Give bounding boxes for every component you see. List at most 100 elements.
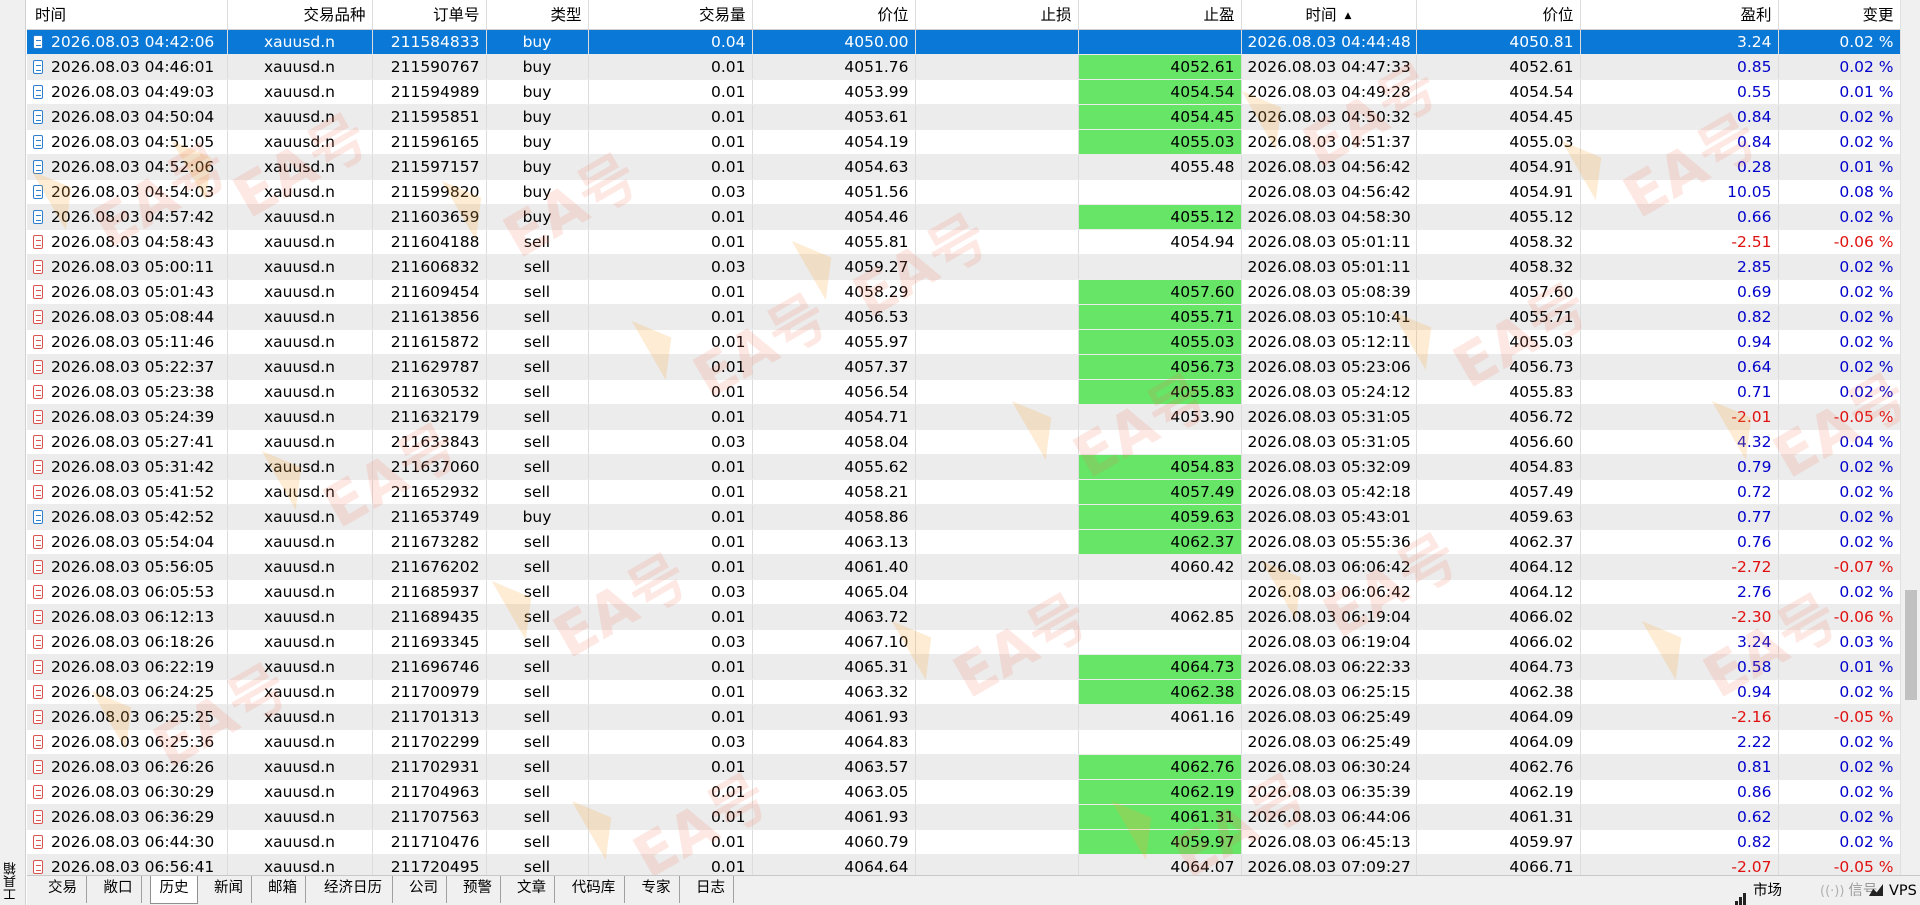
table-row[interactable]: 2026.08.03 06:56:41 xauusd.n 211720495 sell… <box>27 854 1900 875</box>
scrollbar-thumb[interactable] <box>1905 590 1917 700</box>
cell-symbol: xauusd.n <box>227 154 373 180</box>
cell-open-price: 4056.54 <box>752 379 916 405</box>
cell-close-price: 4059.63 <box>1416 504 1581 530</box>
cell-close-time: 2026.08.03 05:10:41 <box>1241 304 1417 330</box>
table-row[interactable]: 2026.08.03 06:26:26 xauusd.n 211702931 sell… <box>27 754 1900 780</box>
table-row[interactable]: 2026.08.03 05:27:41 xauusd.n 211633843 sell… <box>27 429 1900 455</box>
cell-volume: 0.03 <box>588 729 753 755</box>
cell-close-time: 2026.08.03 06:06:42 <box>1241 554 1417 580</box>
column-header-8[interactable]: 时间 ▲ <box>1241 0 1417 30</box>
cell-profit: 10.05 <box>1580 179 1779 205</box>
cell-volume: 0.01 <box>588 104 753 130</box>
column-header-9[interactable]: 价位 <box>1416 0 1581 30</box>
column-header-3[interactable]: 类型 <box>486 0 589 30</box>
tab-1[interactable]: 敞口 <box>95 876 142 903</box>
cell-change: 0.02 % <box>1778 354 1900 380</box>
table-row[interactable]: 2026.08.03 06:30:29 xauusd.n 211704963 sell… <box>27 779 1900 805</box>
toolbox-label: 工具箱 <box>4 862 19 901</box>
vertical-scrollbar[interactable] <box>1900 0 1920 875</box>
tab-3[interactable]: 新闻 <box>206 876 252 903</box>
cell-order: 211689435 <box>372 604 487 630</box>
tab-6[interactable]: 公司 <box>401 876 447 903</box>
table-row[interactable]: 2026.08.03 06:18:26 xauusd.n 211693345 sell… <box>27 629 1900 655</box>
table-row[interactable]: 2026.08.03 04:52:06 xauusd.n 211597157 buy 0… <box>27 154 1900 180</box>
cell-close-time: 2026.08.03 05:12:11 <box>1241 329 1417 355</box>
tab-4[interactable]: 邮箱 <box>260 876 306 903</box>
column-header-10[interactable]: 盈利 <box>1580 0 1779 30</box>
cell-open-time: 2026.08.03 06:22:19 <box>27 654 228 680</box>
cell-volume: 0.01 <box>588 404 753 430</box>
cell-profit: 0.71 <box>1580 379 1779 405</box>
table-row[interactable]: 2026.08.03 06:05:53 xauusd.n 211685937 sell… <box>27 579 1900 605</box>
column-header-7[interactable]: 止盈 <box>1078 0 1242 30</box>
tab-11[interactable]: 日志 <box>688 876 734 903</box>
table-row[interactable]: 2026.08.03 06:22:19 xauusd.n 211696746 sell… <box>27 654 1900 680</box>
column-header-1[interactable]: 交易品种 <box>227 0 373 30</box>
cell-order: 211629787 <box>372 354 487 380</box>
cell-profit: 0.82 <box>1580 829 1779 855</box>
column-header-6[interactable]: 止损 <box>915 0 1079 30</box>
column-header-5[interactable]: 价位 <box>752 0 916 30</box>
table-row[interactable]: 2026.08.03 06:25:36 xauusd.n 211702299 sell… <box>27 729 1900 755</box>
cell-sl <box>915 604 1079 630</box>
cell-symbol: xauusd.n <box>227 729 373 755</box>
table-row[interactable]: 2026.08.03 05:01:43 xauusd.n 211609454 sell… <box>27 279 1900 305</box>
cell-order: 211596165 <box>372 129 487 155</box>
table-row[interactable]: 2026.08.03 06:12:13 xauusd.n 211689435 sell… <box>27 604 1900 630</box>
tab-7[interactable]: 预警 <box>455 876 501 903</box>
cell-order: 211720495 <box>372 854 487 875</box>
cell-close-time: 2026.08.03 05:32:09 <box>1241 454 1417 480</box>
table-row[interactable]: 2026.08.03 05:23:38 xauusd.n 211630532 sell… <box>27 379 1900 405</box>
table-row[interactable]: 2026.08.03 05:00:11 xauusd.n 211606832 sell… <box>27 254 1900 280</box>
cell-symbol: xauusd.n <box>227 329 373 355</box>
table-row[interactable]: 2026.08.03 05:31:42 xauusd.n 211637060 sell… <box>27 454 1900 480</box>
cell-change: 0.02 % <box>1778 729 1900 755</box>
column-header-4[interactable]: 交易量 <box>588 0 753 30</box>
table-row[interactable]: 2026.08.03 04:58:43 xauusd.n 211604188 sell… <box>27 229 1900 255</box>
history-table: 时间 交易品种 订单号 类型 交易量 价位 止损 止盈 时间 ▲ 价位 盈利 变更 2026.08.03… <box>27 0 1900 875</box>
table-row[interactable]: 2026.08.03 05:42:52 xauusd.n 211653749 buy 0… <box>27 504 1900 530</box>
table-row[interactable]: 2026.08.03 04:42:06 xauusd.n 211584833 buy 0… <box>27 29 1900 55</box>
table-row[interactable]: 2026.08.03 06:24:25 xauusd.n 211700979 sell… <box>27 679 1900 705</box>
cell-close-price: 4055.12 <box>1416 204 1581 230</box>
market-status[interactable]: 市场 <box>1735 876 1782 905</box>
table-row[interactable]: 2026.08.03 06:36:29 xauusd.n 211707563 sell… <box>27 804 1900 830</box>
tab-8[interactable]: 文章 <box>509 876 555 903</box>
tab-9[interactable]: 代码库 <box>563 876 625 903</box>
table-row[interactable]: 2026.08.03 05:24:39 xauusd.n 211632179 sell… <box>27 404 1900 430</box>
table-row[interactable]: 2026.08.03 04:57:42 xauusd.n 211603659 buy 0… <box>27 204 1900 230</box>
cell-profit: -2.30 <box>1580 604 1779 630</box>
tab-2[interactable]: 历史 <box>150 876 198 904</box>
cell-open-price: 4050.00 <box>752 29 916 55</box>
table-row[interactable]: 2026.08.03 04:50:04 xauusd.n 211595851 buy 0… <box>27 104 1900 130</box>
column-header-0[interactable]: 时间 <box>27 0 228 30</box>
table-row[interactable]: 2026.08.03 05:41:52 xauusd.n 211652932 sell… <box>27 479 1900 505</box>
tab-0[interactable]: 交易 <box>39 876 87 903</box>
cell-close-price: 4052.61 <box>1416 54 1581 80</box>
table-row[interactable]: 2026.08.03 04:51:05 xauusd.n 211596165 buy 0… <box>27 129 1900 155</box>
table-row[interactable]: 2026.08.03 06:25:25 xauusd.n 211701313 sell… <box>27 704 1900 730</box>
cell-close-time: 2026.08.03 04:56:42 <box>1241 179 1417 205</box>
cell-open-time: 2026.08.03 05:27:41 <box>27 429 228 455</box>
table-row[interactable]: 2026.08.03 05:56:05 xauusd.n 211676202 sell… <box>27 554 1900 580</box>
column-header-11[interactable]: 变更 <box>1778 0 1900 30</box>
cell-change: 0.02 % <box>1778 54 1900 80</box>
column-header-2[interactable]: 订单号 <box>372 0 487 30</box>
vps-status[interactable]: VPS <box>1869 876 1917 905</box>
cell-type: buy <box>486 29 589 55</box>
table-row[interactable]: 2026.08.03 05:22:37 xauusd.n 211629787 sell… <box>27 354 1900 380</box>
tab-10[interactable]: 专家 <box>633 876 680 903</box>
sell-order-icon <box>33 609 43 624</box>
table-row[interactable]: 2026.08.03 05:08:44 xauusd.n 211613856 sell… <box>27 304 1900 330</box>
tab-5[interactable]: 经济日历 <box>314 876 393 903</box>
cell-change: 0.02 % <box>1778 254 1900 280</box>
toolbox-sidebar[interactable]: 工具箱 <box>0 0 26 905</box>
table-row[interactable]: 2026.08.03 04:54:03 xauusd.n 211599820 buy 0… <box>27 179 1900 205</box>
table-row[interactable]: 2026.08.03 05:54:04 xauusd.n 211673282 sell… <box>27 529 1900 555</box>
table-row[interactable]: 2026.08.03 04:49:03 xauusd.n 211594989 buy 0… <box>27 79 1900 105</box>
cell-tp: 4064.73 <box>1078 654 1242 680</box>
table-row[interactable]: 2026.08.03 04:46:01 xauusd.n 211590767 buy 0… <box>27 54 1900 80</box>
table-row[interactable]: 2026.08.03 05:11:46 xauusd.n 211615872 sell… <box>27 329 1900 355</box>
cell-symbol: xauusd.n <box>227 754 373 780</box>
table-row[interactable]: 2026.08.03 06:44:30 xauusd.n 211710476 sell… <box>27 829 1900 855</box>
